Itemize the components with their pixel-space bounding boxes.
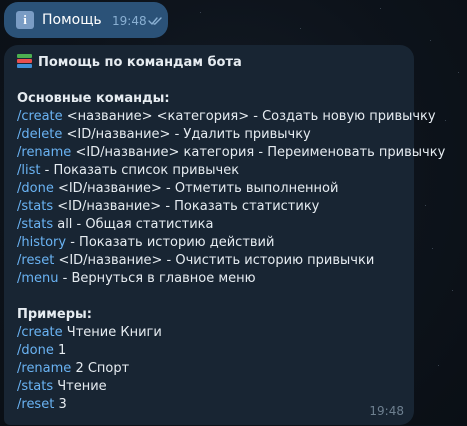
command-description: <ID/название> - Очистить историю привычк… <box>54 253 375 268</box>
command-description: <ID/название> - Удалить привычку <box>62 127 311 142</box>
example-line: /create Чтение Книги <box>17 324 445 342</box>
example-argument: 1 <box>53 343 67 358</box>
double-check-icon <box>148 17 162 25</box>
command-link[interactable]: /create <box>17 325 63 340</box>
section-heading-commands: Основные команды: <box>17 91 170 106</box>
command-description: - Показать историю действий <box>66 235 275 250</box>
example-argument: Чтение Книги <box>62 325 162 340</box>
command-description: all - Общая статистика <box>53 217 214 232</box>
chat-background: i Помощь 19:48 Помощь по командам бота О… <box>0 0 467 426</box>
section-heading-examples: Примеры: <box>17 307 92 322</box>
command-description: <ID/название> - Показать статистику <box>53 199 320 214</box>
command-description: <ID/название> категория - Переименовать … <box>71 145 446 160</box>
command-link[interactable]: /stats <box>17 217 53 232</box>
command-line: /delete <ID/название> - Удалить привычку <box>17 126 445 144</box>
command-line: /rename <ID/название> категория - Переим… <box>17 144 445 162</box>
outgoing-message[interactable]: i Помощь 19:48 <box>4 2 168 38</box>
command-description: <ID/название> - Отметить выполненной <box>53 181 339 196</box>
command-line: /reset <ID/название> - Очистить историю … <box>17 252 445 270</box>
command-line: /create <название> <категория> - Создать… <box>17 108 445 126</box>
command-link[interactable]: /list <box>17 163 40 178</box>
command-link[interactable]: /done <box>17 181 54 196</box>
example-argument: 3 <box>54 397 67 412</box>
command-description: - Вернуться в главное меню <box>58 271 256 286</box>
outgoing-message-text: Помощь <box>42 12 102 28</box>
bot-help-message[interactable]: Помощь по командам бота Основные команды… <box>4 45 445 425</box>
command-link[interactable]: /menu <box>17 271 59 286</box>
example-list: /create Чтение Книги /done 1 /rename 2 С… <box>17 324 445 414</box>
message-title-line: Помощь по командам бота <box>17 54 445 72</box>
command-link[interactable]: /rename <box>17 361 71 376</box>
command-line: /stats all - Общая статистика <box>17 216 445 234</box>
command-link[interactable]: /history <box>17 235 66 250</box>
command-list: /create <название> <категория> - Создать… <box>17 108 445 288</box>
example-line: /done 1 <box>17 342 445 360</box>
command-link[interactable]: /reset <box>17 397 54 412</box>
command-link[interactable]: /reset <box>17 253 54 268</box>
command-line: /stats <ID/название> - Показать статисти… <box>17 198 445 216</box>
example-line: /stats Чтение <box>17 378 445 396</box>
books-icon <box>17 54 32 68</box>
command-line: /menu - Вернуться в главное меню <box>17 270 445 288</box>
command-description: <название> <категория> - Создать новую п… <box>62 109 436 124</box>
info-icon: i <box>16 11 34 29</box>
command-link[interactable]: /delete <box>17 127 62 142</box>
message-title: Помощь по командам бота <box>38 55 242 70</box>
outgoing-message-time: 19:48 <box>112 14 147 28</box>
command-description: - Показать список привычек <box>40 163 240 178</box>
command-line: /history - Показать историю действий <box>17 234 445 252</box>
command-line: /done <ID/название> - Отметить выполненн… <box>17 180 445 198</box>
bot-message-time: 19:48 <box>369 404 404 418</box>
example-argument: Чтение <box>53 379 107 394</box>
command-line: /list - Показать список привычек <box>17 162 445 180</box>
example-argument: 2 Спорт <box>71 361 130 376</box>
command-link[interactable]: /stats <box>17 379 53 394</box>
example-line: /rename 2 Спорт <box>17 360 445 378</box>
command-link[interactable]: /stats <box>17 199 53 214</box>
command-link[interactable]: /create <box>17 109 63 124</box>
command-link[interactable]: /rename <box>17 145 71 160</box>
message-body: Помощь по командам бота Основные команды… <box>17 54 445 414</box>
command-link[interactable]: /done <box>17 343 54 358</box>
